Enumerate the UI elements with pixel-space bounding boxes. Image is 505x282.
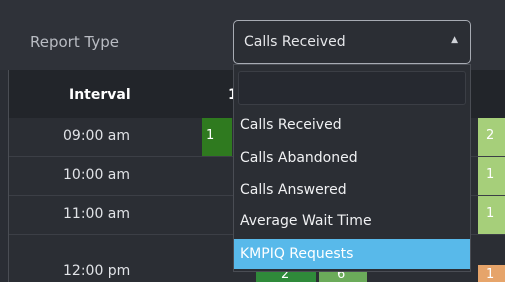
dropdown-option-calls-abandoned[interactable]: Calls Abandoned bbox=[234, 143, 470, 173]
dropdown-option-calls-answered[interactable]: Calls Answered bbox=[234, 175, 470, 205]
dropdown-option-calls-received[interactable]: Calls Received bbox=[234, 110, 470, 140]
report-type-dropdown: Calls Received Calls Abandoned Calls Ans… bbox=[233, 64, 471, 272]
dropdown-option-kmpiq-requests[interactable]: KMPIQ Requests bbox=[234, 239, 470, 269]
report-type-label: Report Type bbox=[30, 33, 119, 51]
data-cell: 2 bbox=[478, 118, 505, 156]
data-cell: 1 bbox=[478, 265, 505, 282]
data-cell: 1 bbox=[202, 118, 232, 156]
dropdown-search-input[interactable] bbox=[238, 71, 466, 105]
interval-time: 11:00 am bbox=[63, 206, 131, 222]
caret-up-icon: ▲ bbox=[451, 35, 458, 45]
interval-column-header: Interval bbox=[69, 87, 131, 103]
interval-time: 10:00 am bbox=[63, 167, 131, 183]
report-type-row: Report Type Calls Received ▲ bbox=[0, 0, 505, 70]
interval-time: 09:00 am bbox=[63, 128, 131, 144]
dropdown-option-average-wait-time[interactable]: Average Wait Time bbox=[234, 206, 470, 236]
data-cell: 1 bbox=[478, 157, 505, 195]
report-type-selected-value: Calls Received bbox=[244, 34, 346, 50]
data-cell: 1 bbox=[478, 196, 505, 234]
report-type-select[interactable]: Calls Received ▲ bbox=[233, 20, 471, 64]
